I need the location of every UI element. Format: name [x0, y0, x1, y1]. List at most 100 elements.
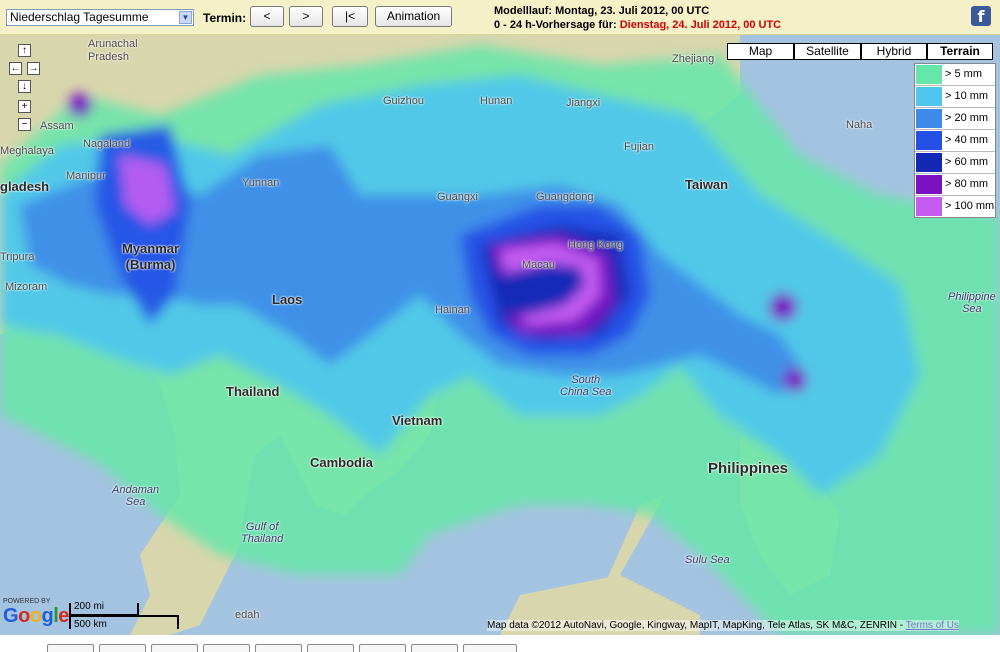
place-hainan: Hainan	[435, 304, 470, 316]
pan-down-icon[interactable]: ↓	[18, 80, 31, 93]
bottom-tab[interactable]	[359, 644, 406, 652]
legend-label: > 10 mm	[945, 90, 989, 102]
legend-swatch	[916, 65, 942, 84]
place-cambodia: Cambodia	[310, 455, 373, 470]
place-kedah: edah	[235, 609, 260, 621]
pan-left-icon[interactable]: ←	[9, 62, 22, 75]
precip-core-east	[769, 293, 797, 321]
legend-label: > 5 mm	[945, 68, 982, 80]
bottom-tab[interactable]	[47, 644, 94, 652]
chevron-down-icon[interactable]: ▼	[179, 11, 192, 24]
google-logo[interactable]: Google	[3, 605, 69, 628]
map-type-map[interactable]: Map	[727, 43, 794, 60]
precip-core-east-2	[783, 368, 807, 392]
place-myanmar: Myanmar (Burma)	[122, 241, 180, 272]
bottom-tab[interactable]	[255, 644, 302, 652]
legend-row: > 60 mm	[915, 152, 995, 174]
place-fujian: Fujian	[624, 141, 654, 153]
place-zhejiang: Zhejiang	[672, 53, 715, 65]
scale-tick-km	[177, 615, 179, 629]
pan-right-icon[interactable]: →	[27, 62, 40, 75]
legend-swatch	[916, 175, 942, 194]
place-thailand: Thailand	[226, 384, 280, 399]
google-logo-letter: G	[3, 605, 19, 627]
place-naha: Naha	[846, 119, 873, 131]
legend-row: > 10 mm	[915, 86, 995, 108]
animation-button[interactable]: Animation	[375, 6, 452, 27]
place-jiangxi: Jiangxi	[566, 97, 601, 109]
toolbar: Niederschlag Tagesumme ▼ Termin: < > |< …	[0, 0, 1000, 35]
place-gulf-of-thailand: Gulf of Thailand	[241, 521, 284, 545]
legend-label: > 40 mm	[945, 134, 989, 146]
place-manipur: Manipur	[66, 170, 106, 182]
place-macau: Macau	[522, 259, 556, 271]
zoom-in-icon[interactable]: +	[18, 100, 31, 113]
map-canvas[interactable]: Arunachal Pradesh Assam Nagaland Meghala…	[0, 35, 1000, 635]
place-philippine-sea: Philippine Sea	[948, 291, 996, 315]
map-type-terrain[interactable]: Terrain	[927, 43, 993, 60]
bottom-tab[interactable]	[151, 644, 198, 652]
legend-swatch	[916, 131, 942, 150]
pan-up-icon[interactable]: ↑	[18, 44, 31, 57]
place-taiwan: Taiwan	[685, 177, 729, 192]
model-run-label: Modelllauf:	[494, 5, 556, 17]
prev-termin-button[interactable]: <	[250, 6, 284, 27]
place-yunnan: Yunnan	[242, 177, 280, 189]
forecast-label: 0 - 24 h-Vorhersage für:	[494, 19, 620, 31]
attribution-text: Map data ©2012 AutoNavi, Google, Kingway…	[487, 620, 906, 631]
place-vietnam: Vietnam	[392, 413, 443, 428]
first-termin-button[interactable]: |<	[332, 6, 368, 27]
google-logo-letter: o	[29, 605, 42, 627]
termin-label: Termin:	[203, 11, 247, 25]
place-andaman-sea: Andaman Sea	[112, 484, 160, 508]
bottom-strip	[0, 635, 1000, 652]
bottom-tab[interactable]	[307, 644, 354, 652]
forecast-value: Dienstag, 24. Juli 2012, 00 UTC	[619, 19, 782, 31]
scale-miles-label: 200 mi	[74, 601, 105, 612]
map-attribution: Map data ©2012 AutoNavi, Google, Kingway…	[487, 620, 960, 631]
place-south-china-sea: South China Sea	[560, 374, 612, 398]
bottom-tab[interactable]	[203, 644, 250, 652]
place-tripura: Tripura	[0, 251, 35, 263]
place-guangxi: Guangxi	[437, 191, 478, 203]
google-logo-letter: o	[18, 605, 30, 627]
place-arunachal-pradesh: Arunachal Pradesh	[88, 38, 138, 63]
google-logo-letter: e	[58, 605, 69, 627]
place-guizhou: Guizhou	[383, 95, 424, 107]
facebook-icon[interactable]: f	[971, 6, 991, 26]
place-nagaland: Nagaland	[83, 138, 131, 150]
place-hong-kong: Hong Kong	[568, 239, 624, 251]
bottom-tab[interactable]	[99, 644, 146, 652]
scale-km-label: 500 km	[74, 619, 107, 630]
bottom-tab[interactable]	[463, 644, 517, 652]
legend-swatch	[916, 87, 942, 106]
legend-label: > 80 mm	[945, 178, 989, 190]
legend-row: > 20 mm	[915, 108, 995, 130]
map-type-hybrid[interactable]: Hybrid	[861, 43, 927, 60]
precip-core-north	[68, 93, 92, 117]
legend-row: > 100 mm	[915, 196, 995, 217]
map-type-satellite[interactable]: Satellite	[794, 43, 861, 60]
model-run-info: Modelllauf: Montag, 23. Juli 2012, 00 UT…	[494, 5, 709, 17]
next-termin-button[interactable]: >	[289, 6, 323, 27]
place-mizoram: Mizoram	[5, 281, 48, 293]
terms-of-use-link[interactable]: Terms of Us	[906, 620, 959, 631]
google-logo-letter: g	[41, 605, 54, 627]
product-select[interactable]: Niederschlag Tagesumme ▼	[6, 9, 194, 26]
google-logo-text: Google	[3, 605, 69, 627]
place-laos: Laos	[272, 292, 303, 307]
forecast-info: 0 - 24 h-Vorhersage für: Dienstag, 24. J…	[494, 19, 781, 31]
scale-km-bar	[69, 615, 179, 617]
model-run-value: Montag, 23. Juli 2012, 00 UTC	[555, 5, 710, 17]
zoom-out-icon[interactable]: −	[18, 118, 31, 131]
place-assam: Assam	[40, 120, 74, 132]
place-guangdong: Guangdong	[536, 191, 594, 203]
legend-label: > 20 mm	[945, 112, 989, 124]
legend-label: > 60 mm	[945, 156, 989, 168]
scale-tick-miles	[137, 603, 139, 615]
bottom-tab[interactable]	[411, 644, 458, 652]
precipitation-legend: > 5 mm > 10 mm > 20 mm > 40 mm > 60 mm >…	[914, 63, 996, 218]
product-select-value: Niederschlag Tagesumme	[10, 10, 149, 24]
scale-bar: 200 mi 500 km	[69, 601, 179, 631]
place-hunan: Hunan	[480, 95, 513, 107]
